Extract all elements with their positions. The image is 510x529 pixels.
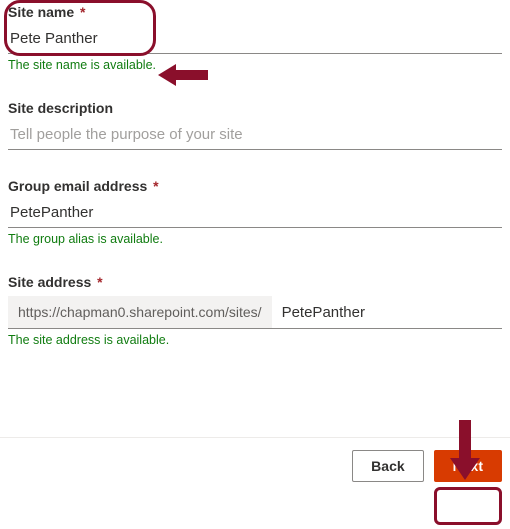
site-name-label: Site name * bbox=[8, 4, 502, 20]
group-email-input[interactable] bbox=[8, 200, 502, 228]
annotation-circle-next-button bbox=[434, 487, 502, 525]
required-mark: * bbox=[153, 178, 158, 194]
field-group-email: Group email address * The group alias is… bbox=[8, 178, 502, 246]
required-mark: * bbox=[97, 274, 102, 290]
site-address-validation: The site address is available. bbox=[8, 333, 502, 347]
back-button[interactable]: Back bbox=[352, 450, 423, 482]
label-text: Group email address bbox=[8, 178, 147, 194]
site-address-input[interactable] bbox=[272, 296, 502, 328]
footer-actions: Back Next bbox=[0, 438, 510, 492]
label-text: Site name bbox=[8, 4, 74, 20]
field-site-description: Site description bbox=[8, 100, 502, 150]
label-text: Site description bbox=[8, 100, 113, 116]
spacer bbox=[0, 357, 510, 437]
field-site-name: Site name * The site name is available. bbox=[8, 4, 502, 72]
group-email-label: Group email address * bbox=[8, 178, 502, 194]
site-name-input[interactable] bbox=[8, 26, 502, 54]
required-mark: * bbox=[80, 4, 85, 20]
site-description-label: Site description bbox=[8, 100, 502, 116]
label-text: Site address bbox=[8, 274, 91, 290]
site-address-label: Site address * bbox=[8, 274, 502, 290]
create-site-form-page: Site name * The site name is available. … bbox=[0, 0, 510, 529]
group-email-validation: The group alias is available. bbox=[8, 232, 502, 246]
site-address-prefix: https://chapman0.sharepoint.com/sites/ bbox=[8, 296, 272, 328]
site-description-input[interactable] bbox=[8, 122, 502, 150]
next-button[interactable]: Next bbox=[434, 450, 502, 482]
form-body: Site name * The site name is available. … bbox=[0, 0, 510, 347]
field-site-address: Site address * https://chapman0.sharepoi… bbox=[8, 274, 502, 347]
site-name-validation: The site name is available. bbox=[8, 58, 502, 72]
site-address-row: https://chapman0.sharepoint.com/sites/ bbox=[8, 296, 502, 329]
